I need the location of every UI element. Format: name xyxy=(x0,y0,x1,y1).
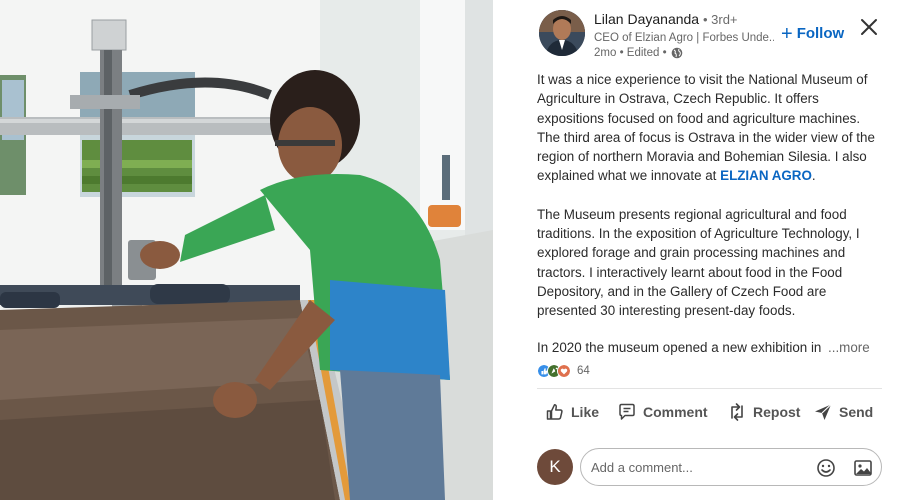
post-photo[interactable] xyxy=(0,0,493,500)
repost-label: Repost xyxy=(753,404,801,420)
love-icon xyxy=(557,364,571,378)
post-paragraph-1-end: . xyxy=(811,168,816,184)
close-icon[interactable] xyxy=(858,16,880,38)
send-button[interactable]: Send xyxy=(813,402,873,422)
author-avatar[interactable] xyxy=(539,10,585,56)
follow-label: Follow xyxy=(796,25,845,42)
reaction-count[interactable]: 64 xyxy=(577,365,590,377)
current-user-avatar[interactable]: K xyxy=(537,449,573,485)
send-label: Send xyxy=(839,404,874,420)
author-name-text[interactable]: Lilan Dayananda xyxy=(594,11,699,27)
author-name[interactable]: Lilan Dayananda • 3rd+ xyxy=(594,11,738,27)
thumbs-up-icon xyxy=(546,404,563,420)
museum-photo xyxy=(0,0,493,500)
globe-icon xyxy=(671,47,682,59)
comment-label: Comment xyxy=(643,404,708,420)
like-label: Like xyxy=(571,404,600,420)
comment-icon xyxy=(619,403,635,420)
plus-icon: + xyxy=(781,22,793,45)
social-actions-bar: Like Comment Repost Send xyxy=(537,398,882,432)
post-paragraph-2: The Museum presents regional agricultura… xyxy=(537,206,860,319)
company-mention-link[interactable]: ELZIAN AGRO xyxy=(720,168,812,183)
like-button[interactable]: Like xyxy=(545,402,599,422)
author-headline: CEO of Elzian Agro | Forbes Unde... xyxy=(594,32,774,44)
reaction-icons[interactable] xyxy=(537,363,571,379)
author-photo-icon xyxy=(539,10,585,56)
repost-button[interactable]: Repost xyxy=(727,402,800,422)
post-paragraph-1-text: It was a nice experience to visit the Na… xyxy=(537,72,875,184)
post-detail-panel: Lilan Dayananda • 3rd+ CEO of Elzian Agr… xyxy=(493,0,900,500)
send-icon xyxy=(815,404,832,420)
comment-button[interactable]: Comment xyxy=(617,402,708,422)
follow-button[interactable]: + Follow xyxy=(781,22,845,45)
see-more-link[interactable]: ...more xyxy=(828,340,870,355)
connection-degree: • 3rd+ xyxy=(702,12,738,27)
repost-icon xyxy=(731,403,743,421)
post-meta: 2mo • Edited • xyxy=(594,47,683,59)
post-time: 2mo • Edited • xyxy=(594,47,667,59)
post-text: It was a nice experience to visit the Na… xyxy=(537,70,882,340)
comment-box[interactable] xyxy=(580,448,882,486)
comment-input[interactable] xyxy=(591,457,801,477)
comment-composer: K xyxy=(537,447,882,487)
post-paragraph-1: It was a nice experience to visit the Na… xyxy=(537,70,882,186)
actions-divider xyxy=(537,388,882,389)
emoji-icon[interactable] xyxy=(816,458,836,478)
image-icon[interactable] xyxy=(853,458,873,478)
